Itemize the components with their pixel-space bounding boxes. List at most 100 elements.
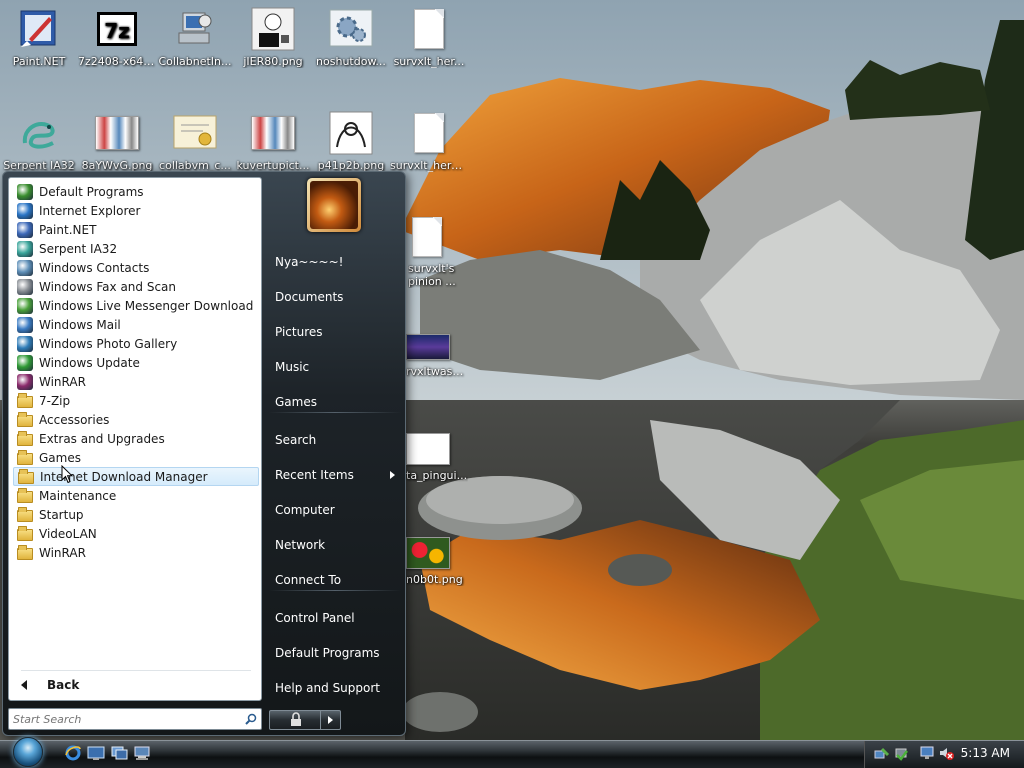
desktop-icon-noshutdown[interactable]: noshutdow... <box>312 6 390 68</box>
user-picture[interactable] <box>307 178 361 232</box>
start-menu-link[interactable]: Control Panel <box>275 606 401 630</box>
desktop-icon-rvxltwash[interactable]: rvxltwash... <box>406 332 468 378</box>
start-menu-link[interactable]: Games <box>275 390 401 414</box>
start-menu-link[interactable]: Default Programs <box>275 641 401 665</box>
display-icon[interactable] <box>920 745 936 761</box>
start-menu-link[interactable]: Music <box>275 355 401 379</box>
desktop-icon-survxlt-here-2[interactable]: survxlt_here... <box>390 110 468 172</box>
desktop-icon-serpent[interactable]: Serpent IA32 <box>0 110 78 172</box>
program-label: WinRAR <box>39 545 86 560</box>
switch-windows-icon[interactable] <box>110 745 128 761</box>
desktop-icon-label: jIER80.png <box>243 55 303 68</box>
program-item[interactable]: 7-Zip <box>13 391 259 410</box>
program-item[interactable]: Windows Mail <box>13 315 259 334</box>
back-button[interactable]: Back <box>13 673 259 697</box>
desktop-icon-ta-pingui[interactable]: ta_pingui... <box>406 432 468 482</box>
program-item[interactable]: Startup <box>13 505 259 524</box>
desktop-icon-label: Paint.NET <box>12 55 66 68</box>
start-menu-link[interactable]: Connect To <box>275 568 401 592</box>
program-item[interactable]: Paint.NET <box>13 220 259 239</box>
program-item[interactable]: VideoLAN <box>13 524 259 543</box>
start-menu-link-label: Default Programs <box>275 646 380 660</box>
start-menu-link[interactable]: Help and Support <box>275 676 401 700</box>
show-desktop-icon[interactable] <box>87 745 105 761</box>
program-item[interactable]: Internet Explorer <box>13 201 259 220</box>
start-search-box[interactable] <box>8 708 262 730</box>
start-menu-link-label: Nya~~~~! <box>275 255 344 269</box>
desktop-icon-n0b0t[interactable]: n0b0t.png <box>406 536 468 586</box>
desktop-icon-paintnet[interactable]: Paint.NET <box>0 6 78 68</box>
desktop-icon-label: ta_pingui... <box>406 469 468 482</box>
program-item[interactable]: Default Programs <box>13 182 259 201</box>
program-label: Games <box>39 450 81 465</box>
desktop-icon-collabnet-installer[interactable]: CollabnetIn... <box>156 6 234 68</box>
program-label: Windows Photo Gallery <box>39 336 178 351</box>
text-file-icon <box>412 217 442 257</box>
safely-remove-icon[interactable] <box>893 745 909 761</box>
program-item[interactable]: Windows Update <box>13 353 259 372</box>
desktop-icon-8aywvg[interactable]: 8aYWvG.png <box>78 110 156 172</box>
start-menu-link[interactable]: Recent Items <box>275 463 401 487</box>
start-menu-link-label: Pictures <box>275 325 323 339</box>
windows-update-icon <box>17 354 33 371</box>
desktop-icon-jier80[interactable]: jIER80.png <box>234 6 312 68</box>
desktop-icon-label: survxlt_her... <box>393 55 465 68</box>
start-menu-link-label: Search <box>275 433 317 447</box>
program-label: Startup <box>39 507 84 522</box>
start-menu-link-label: Games <box>275 395 317 409</box>
network-status-icon[interactable] <box>874 745 890 761</box>
folder-icon <box>17 449 33 466</box>
desktop-icon-p41p2b[interactable]: p41p2b.png <box>312 110 390 172</box>
folder-icon <box>18 468 34 485</box>
program-item[interactable]: Internet Download Manager <box>13 467 259 486</box>
start-menu-link[interactable]: Computer <box>275 498 401 522</box>
program-item[interactable]: Games <box>13 448 259 467</box>
program-item[interactable]: Maintenance <box>13 486 259 505</box>
internet-explorer-icon[interactable] <box>64 745 82 761</box>
image-file-icon <box>406 537 450 569</box>
windows-logo-icon <box>13 737 43 767</box>
start-button[interactable] <box>6 736 50 768</box>
folder-icon <box>17 411 33 428</box>
lock-button[interactable] <box>269 710 321 730</box>
program-label: Serpent IA32 <box>39 241 118 256</box>
image-file-icon <box>251 116 295 150</box>
volume-muted-icon[interactable] <box>938 745 954 761</box>
desktop-icon-collabvm-cert[interactable]: collabvm_c... <box>156 110 234 172</box>
start-menu-link-label: Help and Support <box>275 681 380 695</box>
taskbar-clock[interactable]: 5:13 AM <box>961 746 1010 760</box>
start-search-input[interactable] <box>9 712 241 726</box>
folder-icon <box>17 487 33 504</box>
start-menu-link[interactable]: Nya~~~~! <box>275 250 401 274</box>
start-menu-link-label: Connect To <box>275 573 342 587</box>
start-menu: Default Programs Internet Explorer Paint.N… <box>2 171 406 736</box>
program-item[interactable]: Windows Contacts <box>13 258 259 277</box>
program-label: Windows Mail <box>39 317 121 332</box>
arrow-right-icon <box>328 716 333 724</box>
desktop-icon-kuvertupict[interactable]: kuvertupict... <box>234 110 312 172</box>
program-item[interactable]: WinRAR <box>13 543 259 562</box>
desktop-icon-survxlt-here[interactable]: survxlt_her... <box>390 6 468 68</box>
default-programs-icon <box>17 183 33 200</box>
program-item[interactable]: Accessories <box>13 410 259 429</box>
program-label: Windows Fax and Scan <box>39 279 177 294</box>
network-icon[interactable] <box>133 745 151 761</box>
start-menu-link[interactable]: Search <box>275 428 401 452</box>
program-item[interactable]: Serpent IA32 <box>13 239 259 258</box>
start-menu-link-label: Music <box>275 360 310 374</box>
program-item[interactable]: Windows Fax and Scan <box>13 277 259 296</box>
search-icon[interactable] <box>241 713 261 725</box>
start-menu-link[interactable]: Pictures <box>275 320 401 344</box>
desktop-icon-7zip-installer[interactable]: 7z 7z2408-x64.... <box>78 6 156 68</box>
program-item[interactable]: WinRAR <box>13 372 259 391</box>
contacts-icon <box>17 259 33 276</box>
program-item[interactable]: Extras and Upgrades <box>13 429 259 448</box>
shutdown-options-button[interactable] <box>321 710 341 730</box>
svg-text:7z: 7z <box>104 19 130 43</box>
program-label: Internet Explorer <box>39 203 141 218</box>
program-item[interactable]: Windows Live Messenger Download <box>13 296 259 315</box>
image-file-icon <box>95 116 139 150</box>
start-menu-link[interactable]: Documents <box>275 285 401 309</box>
program-item[interactable]: Windows Photo Gallery <box>13 334 259 353</box>
start-menu-link[interactable]: Network <box>275 533 401 557</box>
